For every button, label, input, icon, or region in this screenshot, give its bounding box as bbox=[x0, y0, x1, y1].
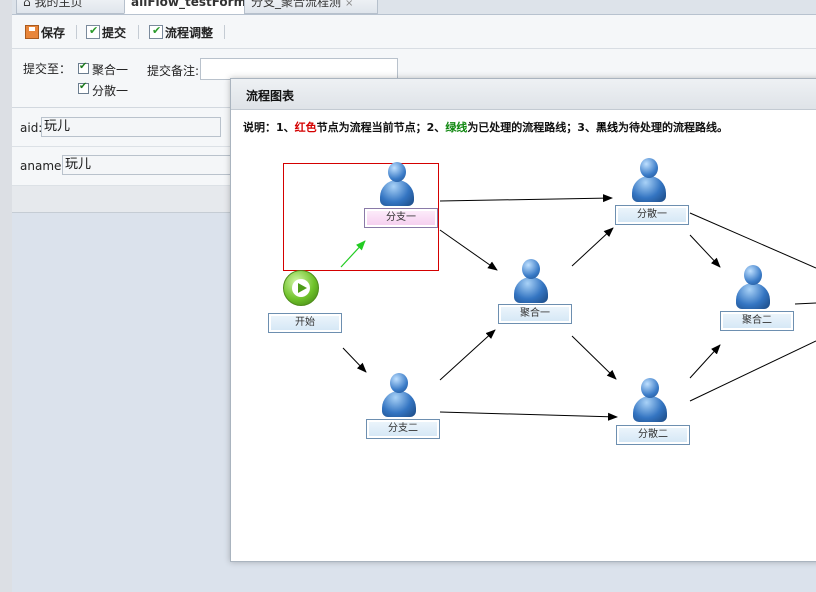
pending-path-line bbox=[571, 227, 614, 267]
pending-path-line bbox=[439, 411, 618, 421]
pending-path-line bbox=[689, 212, 816, 269]
pending-path-line bbox=[439, 194, 613, 203]
node-branch2[interactable]: 分支二 bbox=[366, 419, 440, 439]
user-icon bbox=[379, 162, 415, 206]
node-scatter2[interactable]: 分散二 bbox=[616, 425, 690, 445]
pending-path-line bbox=[439, 329, 496, 381]
flow-lines bbox=[340, 194, 816, 421]
user-icon bbox=[381, 373, 417, 417]
pending-path-line bbox=[439, 229, 498, 271]
pending-path-line bbox=[689, 344, 721, 379]
start-play-icon[interactable] bbox=[283, 270, 319, 306]
node-branch1[interactable]: 分支一 bbox=[364, 208, 438, 228]
pending-path-line bbox=[689, 340, 816, 402]
pending-path-line bbox=[571, 335, 617, 380]
node-merge1[interactable]: 聚合一 bbox=[498, 304, 572, 324]
pending-path-line bbox=[342, 347, 367, 373]
pending-path-line bbox=[689, 234, 721, 268]
pending-path-line bbox=[794, 302, 816, 305]
user-icon bbox=[632, 378, 668, 422]
node-merge2[interactable]: 聚合二 bbox=[720, 311, 794, 331]
node-scatter1[interactable]: 分散一 bbox=[615, 205, 689, 225]
user-icon bbox=[513, 259, 549, 303]
node-start[interactable]: 开始 bbox=[268, 313, 342, 333]
user-icon bbox=[735, 265, 771, 309]
user-icon bbox=[631, 158, 667, 202]
